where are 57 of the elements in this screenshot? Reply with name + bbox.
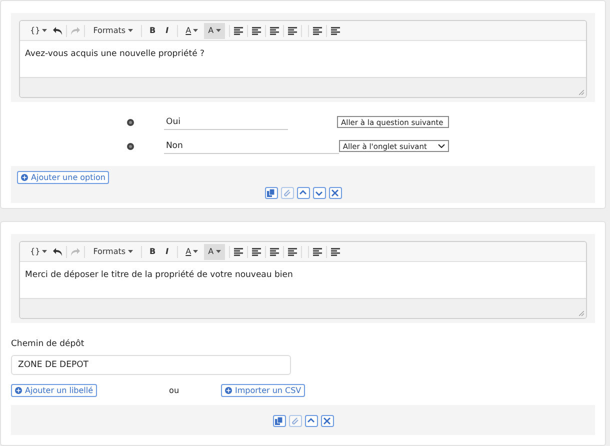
background-color-button[interactable]: A — [204, 22, 225, 38]
up-button[interactable] — [304, 415, 318, 427]
copy-icon — [267, 189, 275, 197]
font-color-button[interactable]: A — [182, 244, 202, 260]
formats-dropdown[interactable]: Formats — [89, 244, 137, 260]
option-label-field[interactable]: Oui — [164, 114, 288, 130]
italic-button[interactable]: I — [162, 22, 173, 38]
caret-icon — [193, 29, 198, 32]
caret-icon — [216, 250, 221, 253]
import-csv-button[interactable]: Importer un CSV — [221, 384, 306, 397]
down-button[interactable] — [312, 187, 326, 199]
align-left-icon[interactable] — [234, 248, 243, 256]
rich-text-editor[interactable]: {} Formats B I A A Merci de déposer le titre de la propriété de votre nouveau bien — [19, 241, 587, 319]
rich-text-editor[interactable]: {} Formats B I A A Avez-vous acquis une nouvelle propriété ? — [19, 20, 587, 98]
path-label: Chemin de dépôt — [11, 339, 86, 349]
delete-button[interactable] — [328, 187, 342, 199]
paperclip-icon — [283, 189, 291, 197]
font-color-button[interactable]: A — [182, 22, 202, 38]
bold-button[interactable]: B — [146, 22, 160, 38]
plus-circle-icon — [225, 387, 232, 394]
add-option-button[interactable]: Ajouter une option — [17, 171, 110, 184]
chevron-down-icon — [438, 144, 446, 148]
option-label-field[interactable]: Non — [164, 138, 339, 154]
background-color-button[interactable]: A — [204, 244, 225, 260]
caret-icon — [42, 250, 48, 253]
undo-icon[interactable] — [53, 248, 62, 256]
caret-icon — [128, 29, 133, 32]
copy-icon — [275, 417, 283, 425]
editor-text: Avez-vous acquis une nouvelle propriété ? — [24, 48, 206, 61]
caret-icon — [193, 250, 198, 253]
plus-circle-icon — [15, 387, 22, 394]
up-button[interactable] — [296, 187, 310, 199]
delete-icon — [331, 189, 339, 197]
path-field[interactable]: ZONE DE DEPOT — [11, 355, 291, 375]
radio-icon — [127, 142, 134, 150]
editor-text: Merci de déposer le titre de la propriété de votre nouveau bien — [24, 269, 294, 282]
add-label-button[interactable]: Ajouter un libellé — [11, 384, 98, 397]
or-text: ou — [169, 386, 180, 395]
copy-button[interactable] — [264, 187, 278, 199]
plus-circle-icon — [21, 174, 28, 181]
caret-icon — [216, 29, 221, 32]
italic-button[interactable]: I — [162, 244, 173, 260]
code-button[interactable]: {} — [26, 22, 52, 38]
resize-grip-icon — [579, 311, 584, 316]
formats-dropdown[interactable]: Formats — [89, 22, 137, 38]
resize-grip-icon — [579, 90, 584, 95]
radio-icon — [127, 118, 134, 126]
caret-icon — [128, 250, 133, 253]
copy-button[interactable] — [272, 415, 286, 427]
code-button[interactable]: {} — [26, 244, 52, 260]
caret-icon — [42, 29, 48, 32]
delete-icon — [323, 417, 331, 425]
align-left-icon[interactable] — [234, 26, 243, 34]
paperclip-icon — [291, 417, 299, 425]
undo-icon[interactable] — [53, 26, 62, 34]
delete-button[interactable] — [320, 415, 334, 427]
bold-button[interactable]: B — [146, 244, 160, 260]
